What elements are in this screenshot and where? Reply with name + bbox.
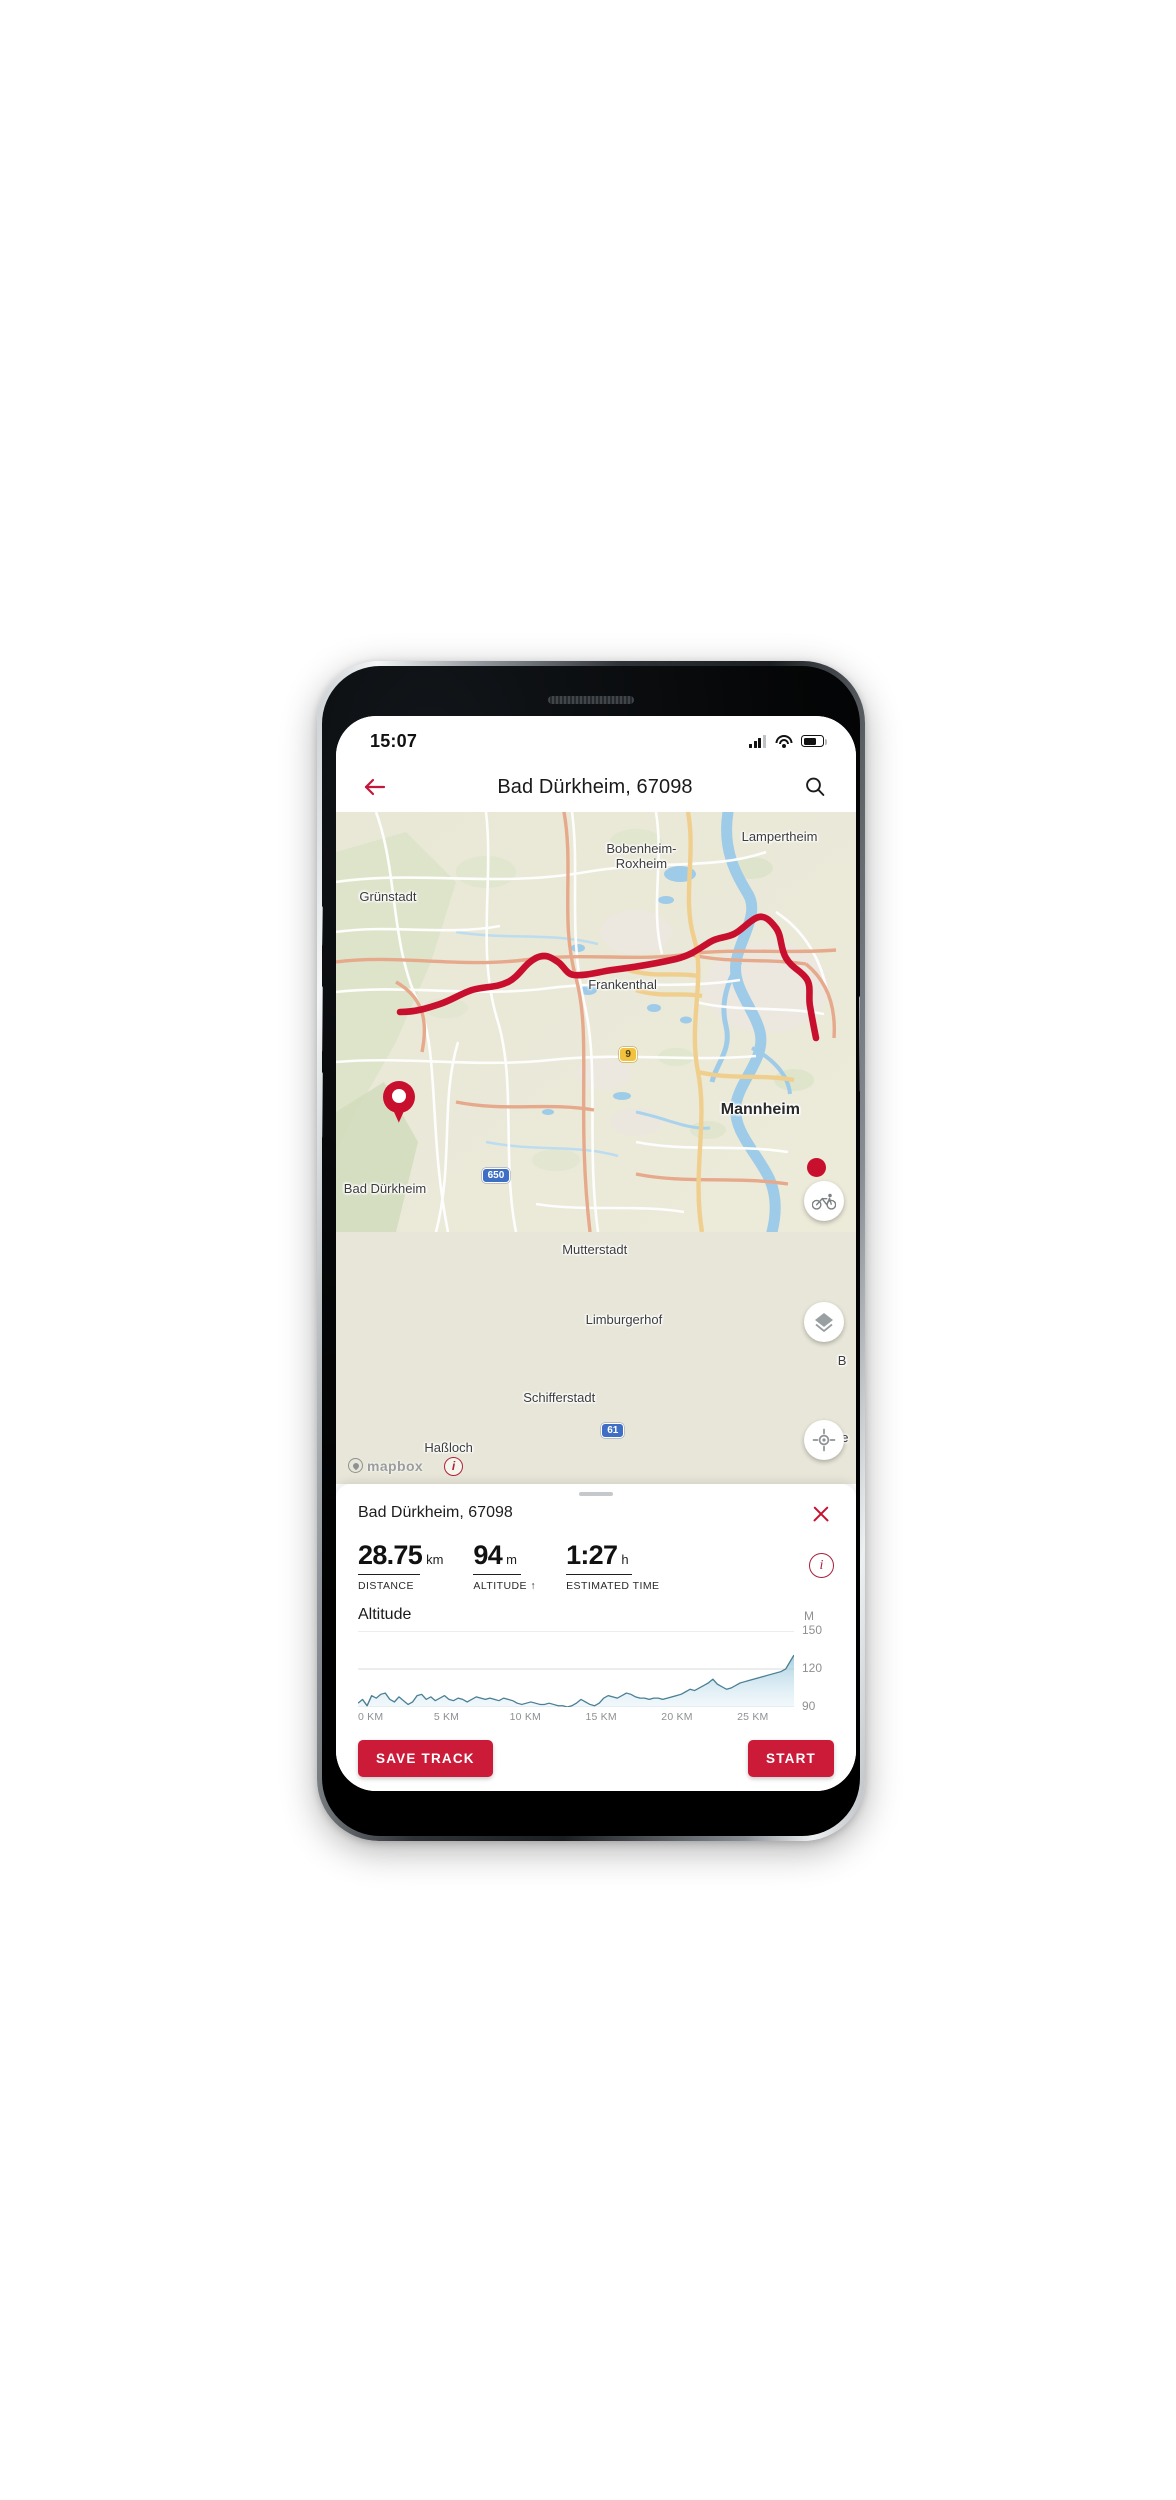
xtick: 5 KM — [433, 1711, 460, 1723]
mapbox-wordmark: mapbox — [367, 1457, 424, 1474]
stat-underline — [566, 1573, 633, 1575]
ytick: 150 — [802, 1623, 823, 1637]
stat-distance: 28.75 km DISTANCE — [358, 1540, 443, 1592]
arrow-left-icon[interactable] — [358, 770, 392, 804]
search-icon[interactable] — [798, 770, 832, 804]
route-stats: 28.75 km DISTANCE 94 m ALTITUDE ↑ 1:27 h… — [358, 1540, 834, 1592]
locate-me-button[interactable] — [804, 1419, 844, 1460]
altitude-profile-plot — [358, 1631, 794, 1707]
map-label: Schifferstadt — [523, 1389, 596, 1405]
phone-body: 15:07 Bad Dürkheim, 67098 Grünstadt Bobe… — [322, 666, 860, 1836]
info-circle-icon[interactable]: i — [809, 1553, 834, 1579]
stat-time-unit: h — [621, 1551, 629, 1567]
map-label: B — [837, 1352, 847, 1368]
map-view[interactable]: Grünstadt Bobenheim- Roxheim Lampertheim … — [336, 812, 856, 1484]
stat-underline — [473, 1573, 522, 1575]
status-bar: 15:07 — [336, 716, 856, 762]
road-shield: 61 — [601, 1423, 625, 1439]
sheet-drag-handle[interactable] — [579, 1491, 613, 1496]
map-label: Frankenthal — [588, 976, 657, 992]
ytick: 120 — [802, 1661, 823, 1675]
altitude-chart-title: Altitude — [358, 1606, 412, 1623]
mute-switch[interactable] — [322, 906, 323, 946]
xtick: 0 KM — [358, 1711, 384, 1723]
signal-bars-icon — [749, 734, 766, 748]
battery-icon — [801, 735, 827, 747]
sheet-actions: SAVE TRACK START — [358, 1740, 834, 1777]
map-label: Bobenheim- Roxheim — [606, 841, 677, 871]
sheet-header: Bad Dürkheim, 67098 — [358, 1504, 834, 1527]
stat-distance-label: DISTANCE — [358, 1580, 414, 1592]
stat-altitude-label: ALTITUDE ↑ — [473, 1580, 537, 1592]
page-title: Bad Dürkheim, 67098 — [497, 775, 693, 798]
xtick: 25 KM — [737, 1711, 769, 1723]
map-label: Grünstadt — [359, 889, 417, 905]
mapbox-mark-icon — [348, 1458, 363, 1474]
xtick: 15 KM — [585, 1711, 617, 1723]
map-label: Mutterstadt — [562, 1241, 628, 1257]
altitude-chart-xaxis: 0 KM 5 KM 10 KM 15 KM 20 KM 25 KM — [358, 1711, 794, 1725]
route-endpoint-dot[interactable] — [806, 1157, 826, 1177]
save-track-button[interactable]: SAVE TRACK — [358, 1740, 493, 1777]
map-attribution-button[interactable]: i — [444, 1456, 463, 1476]
xtick: 20 KM — [661, 1711, 693, 1723]
volume-up-button[interactable] — [322, 986, 323, 1052]
yaxis-unit: M — [804, 1609, 814, 1623]
map-label: Limburgerhof — [585, 1312, 663, 1328]
stat-time-label: ESTIMATED TIME — [566, 1580, 660, 1592]
map-label: Bad Dürkheim — [343, 1181, 427, 1197]
altitude-chart: Altitude 0 KM 5 KM 10 KM 15 KM 20 KM 25 … — [358, 1606, 834, 1725]
status-clock: 15:07 — [370, 730, 418, 751]
stat-underline — [358, 1573, 420, 1575]
phone-screen: 15:07 Bad Dürkheim, 67098 Grünstadt Bobe… — [336, 716, 856, 1791]
stat-altitude-value: 94 — [473, 1539, 503, 1570]
status-icon-group — [749, 734, 827, 748]
ytick: 90 — [802, 1699, 816, 1713]
map-label: Mannheim — [720, 1100, 800, 1118]
app-bar: Bad Dürkheim, 67098 — [336, 762, 856, 812]
stat-time-value: 1:27 — [566, 1539, 618, 1570]
sheet-title: Bad Dürkheim, 67098 — [358, 1503, 513, 1521]
earpiece-speaker — [548, 696, 634, 704]
map-tiles — [336, 812, 856, 1232]
close-icon[interactable] — [808, 1501, 834, 1527]
stat-estimated-time: 1:27 h ESTIMATED TIME — [566, 1540, 659, 1592]
map-layers-button[interactable] — [804, 1302, 844, 1343]
stat-altitude: 94 m ALTITUDE ↑ — [473, 1540, 536, 1592]
road-shield: 650 — [481, 1167, 511, 1183]
mapbox-logo[interactable]: mapbox — [348, 1458, 423, 1474]
start-button[interactable]: START — [748, 1740, 834, 1777]
road-shield: 9 — [619, 1047, 637, 1063]
map-label: Lampertheim — [741, 828, 818, 844]
phone-device-frame: 15:07 Bad Dürkheim, 67098 Grünstadt Bobe… — [317, 661, 865, 1841]
stat-distance-unit: km — [426, 1551, 444, 1567]
map-pin-icon[interactable] — [382, 1080, 415, 1123]
power-button[interactable] — [859, 996, 860, 1092]
xtick: 10 KM — [509, 1711, 541, 1723]
screenshot-canvas: 15:07 Bad Dürkheim, 67098 Grünstadt Bobe… — [0, 0, 1176, 2500]
route-detail-sheet: Bad Dürkheim, 67098 28.75 km DISTANCE 94… — [336, 1483, 856, 1791]
stat-distance-value: 28.75 — [358, 1539, 423, 1570]
volume-down-button[interactable] — [322, 1072, 323, 1138]
wifi-icon — [775, 734, 792, 748]
map-label: Haßloch — [424, 1439, 473, 1455]
altitude-chart-plot-area: Altitude 0 KM 5 KM 10 KM 15 KM 20 KM 25 … — [358, 1606, 794, 1725]
altitude-chart-yaxis: M 150 120 90 — [794, 1606, 834, 1725]
stat-altitude-unit: m — [506, 1551, 517, 1567]
